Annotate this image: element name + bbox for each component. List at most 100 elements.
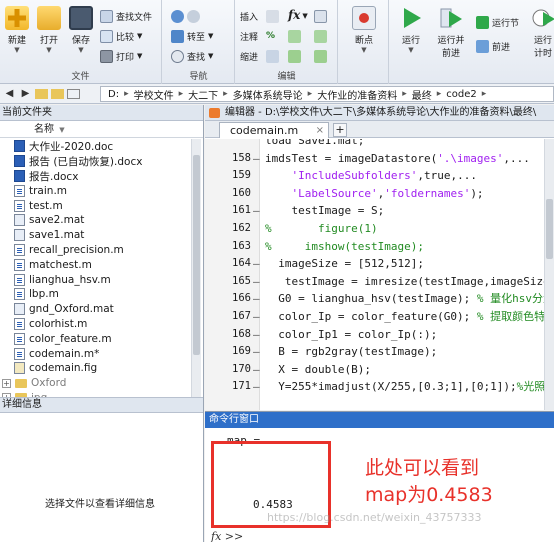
comment-button[interactable]: 注释 (240, 28, 258, 44)
chevron-right-icon[interactable]: ▸ (308, 89, 313, 99)
executable-line-marker[interactable]: — (253, 273, 260, 291)
forward-icon[interactable]: ▶ (19, 87, 32, 100)
code-line[interactable]: 169— B = rgb2gray(testImage); (205, 343, 554, 361)
edit-extra-button[interactable] (314, 8, 330, 24)
file-list-item[interactable]: 大作业-2020.doc (0, 139, 190, 154)
file-list-item[interactable]: lianghua_hsv.m (0, 272, 190, 287)
chevron-right-icon[interactable]: ▸ (179, 89, 184, 99)
breadcrumb-item[interactable]: 最终 (412, 87, 432, 102)
increase-indent-button[interactable] (288, 48, 304, 64)
goto-button[interactable]: 转至 ▼ (171, 28, 213, 44)
run-button[interactable]: 运行 ▼ (394, 6, 428, 54)
executable-line-marker[interactable]: — (253, 326, 260, 344)
decrease-indent-button[interactable] (314, 48, 330, 64)
close-icon[interactable]: × (316, 123, 324, 138)
find-button[interactable]: 查找 ▼ (171, 48, 213, 64)
browse-folder-icon[interactable] (51, 88, 64, 99)
indent-button[interactable]: 缩进 (240, 48, 258, 64)
command-prompt[interactable]: fx >> (211, 530, 243, 542)
code-line[interactable]: 165— testImage = imresize(testImage,imag… (205, 273, 554, 291)
file-list-item[interactable]: save2.mat (0, 213, 190, 228)
file-list-item[interactable]: test.m (0, 198, 190, 213)
print-button[interactable]: 打印 ▼ (100, 48, 142, 64)
code-line[interactable]: 171— Y=255*imadjust(X/255,[0.3;1],[0;1])… (205, 378, 554, 396)
comment-block-button[interactable] (288, 28, 304, 44)
tab-codemain[interactable]: codemain.m × (219, 122, 329, 138)
executable-line-marker[interactable]: — (253, 290, 260, 308)
chevron-right-icon[interactable]: ▸ (437, 89, 442, 99)
code-line[interactable]: 161— testImage = S; (205, 202, 554, 220)
breakpoints-button[interactable]: 断点 ▼ (347, 6, 381, 54)
fx-button[interactable]: fx ▼ (288, 7, 308, 23)
breadcrumb-item[interactable]: 大二下 (188, 87, 218, 102)
back-icon[interactable]: ◀ (3, 87, 16, 100)
chevron-right-icon[interactable]: ▸ (402, 89, 407, 99)
compare-button[interactable]: 比较 ▼ (100, 28, 142, 44)
smart-indent-button[interactable] (266, 48, 282, 64)
path-breadcrumb[interactable]: D: ▸ 学校文件 ▸ 大二下 ▸ 多媒体系统导论 ▸ 大作业的准备资料 ▸ 最终 ▸ code2 ▸ (100, 86, 554, 102)
run-and-advance-button[interactable]: 运行并 前进 (434, 6, 468, 59)
advance-button[interactable]: 前进 (476, 38, 510, 54)
file-list-item[interactable]: color_feature.m (0, 331, 190, 346)
executable-line-marker[interactable]: — (253, 343, 260, 361)
code-line[interactable]: 159 'IncludeSubfolders',true,... (205, 167, 554, 185)
executable-line-marker[interactable]: — (253, 202, 260, 220)
file-list-item[interactable]: save1.mat (0, 228, 190, 243)
breadcrumb-item[interactable]: 大作业的准备资料 (317, 87, 397, 102)
insert-button[interactable]: 插入 (240, 8, 258, 24)
file-list-item[interactable]: train.m (0, 183, 190, 198)
folder-list-item[interactable]: + Oxford (0, 376, 190, 391)
code-line[interactable]: 167— color_Ip = color_feature(G0); % 提取颜… (205, 308, 554, 326)
file-list-item[interactable]: 报告.docx (0, 169, 190, 184)
executable-line-marker[interactable]: — (253, 150, 260, 168)
code-line[interactable]: load Save1.mat; (205, 139, 554, 150)
code-line[interactable]: 162 % figure(1) (205, 220, 554, 238)
editor-scrollbar-thumb[interactable] (546, 199, 553, 259)
executable-line-marker[interactable]: — (253, 361, 260, 379)
chevron-right-icon[interactable]: ▸ (124, 89, 129, 99)
file-list-item[interactable]: gnd_Oxford.mat (0, 302, 190, 317)
chevron-right-icon[interactable]: ▸ (223, 89, 228, 99)
code-line[interactable]: 164— imageSize = [512,512]; (205, 255, 554, 273)
breadcrumb-item[interactable]: 学校文件 (134, 87, 174, 102)
file-list-item[interactable]: matchest.m (0, 257, 190, 272)
file-list-item[interactable]: codemain.m* (0, 346, 190, 361)
home-icon[interactable] (67, 88, 80, 99)
executable-line-marker[interactable]: — (253, 255, 260, 273)
wrap-comment-button[interactable] (314, 28, 330, 44)
code-line[interactable]: 168— color_Ip1 = color_Ip(:); (205, 326, 554, 344)
file-list-scrollbar[interactable] (191, 139, 201, 397)
expand-icon[interactable]: + (2, 378, 11, 388)
scrollbar-thumb[interactable] (193, 155, 200, 355)
run-and-time-button[interactable]: 运行 计时 (526, 6, 554, 59)
file-list-item[interactable]: colorhist.m (0, 317, 190, 332)
open-button[interactable]: 打开 ▼ (32, 6, 66, 54)
save-button[interactable]: 保存 ▼ (64, 6, 98, 54)
file-list-item[interactable]: 报告 (已自动恢复).docx (0, 154, 190, 169)
code-line[interactable]: 160 'LabelSource','foldernames'); (205, 185, 554, 203)
insert-section-button[interactable] (266, 8, 282, 24)
code-line[interactable]: 163 % imshow(testImage); (205, 238, 554, 256)
new-tab-button[interactable]: + (333, 123, 347, 137)
file-list-item[interactable]: lbp.m (0, 287, 190, 302)
executable-line-marker[interactable]: — (253, 378, 260, 396)
file-list-item[interactable]: recall_precision.m (0, 243, 190, 258)
breadcrumb-item[interactable]: 多媒体系统导论 (233, 87, 303, 102)
executable-line-marker[interactable]: — (253, 308, 260, 326)
breadcrumb-item[interactable]: code2 (446, 89, 476, 100)
run-section-button[interactable]: 运行节 (476, 14, 519, 30)
up-folder-icon[interactable] (35, 88, 48, 99)
new-button[interactable]: 新建 ▼ (0, 6, 34, 54)
breadcrumb-item[interactable]: D: (108, 89, 119, 100)
code-line[interactable]: 170— X = double(B); (205, 361, 554, 379)
name-column-header[interactable]: 名称 ▼ (0, 121, 203, 138)
file-list-item[interactable]: codemain.fig (0, 361, 190, 376)
chevron-right-icon[interactable]: ▸ (482, 89, 487, 99)
code-area[interactable]: load Save1.mat; 158— imdsTest = imageDatas… (205, 139, 554, 410)
find-files-button[interactable]: 查找文件 (100, 8, 152, 24)
code-line[interactable]: 166— G0 = lianghua_hsv(testImage); % 量化h… (205, 290, 554, 308)
code-line[interactable]: 158— imdsTest = imageDatastore('.\images'… (205, 150, 554, 168)
editor-scrollbar[interactable] (544, 139, 554, 410)
back-forward-button[interactable] (171, 8, 203, 24)
comment-toggle-button[interactable]: % (266, 28, 275, 44)
